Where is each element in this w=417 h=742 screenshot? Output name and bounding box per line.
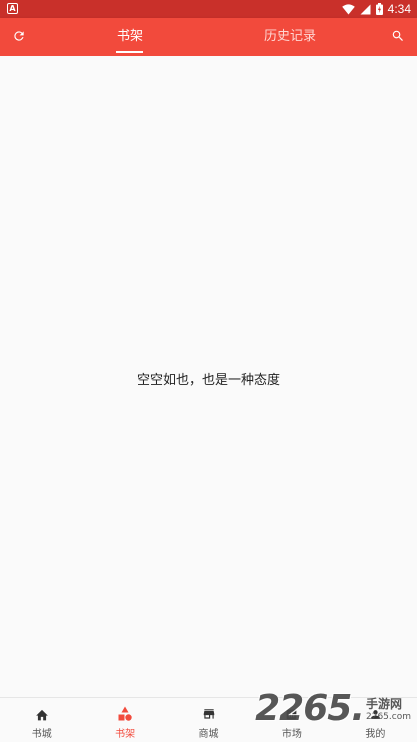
status-bar: A 4:34 (0, 0, 417, 18)
store-icon (201, 706, 217, 722)
app-notification-icon: A (7, 3, 18, 14)
chart-icon (284, 706, 300, 722)
refresh-icon (12, 28, 26, 47)
refresh-button[interactable] (0, 18, 38, 56)
battery-icon (375, 0, 383, 19)
system-indicators: 4:34 (341, 0, 411, 19)
nav-label: 商城 (198, 729, 219, 740)
top-app-bar: 书架 历史记录 (0, 18, 417, 56)
shapes-icon (117, 706, 133, 722)
nav-label: 市场 (281, 729, 302, 740)
app-screen: A 4:34 书架 历史记录 空空如也，也是一种态度 书城 书架 商城 市场 我… (0, 0, 417, 742)
wifi-icon (341, 0, 355, 19)
nav-label: 我的 (365, 729, 386, 740)
nav-item-store[interactable]: 商城 (167, 698, 250, 742)
nav-item-market[interactable]: 市场 (250, 698, 333, 742)
nav-label: 书城 (31, 729, 52, 740)
nav-label: 书架 (115, 729, 136, 740)
nav-item-bookshelf[interactable]: 书架 (83, 698, 166, 742)
bookshelf-content: 空空如也，也是一种态度 (0, 56, 417, 697)
nav-item-profile[interactable]: 我的 (334, 698, 417, 742)
empty-state-message: 空空如也，也是一种态度 (136, 373, 280, 388)
person-icon (367, 706, 383, 722)
home-icon (34, 706, 50, 722)
search-icon (391, 28, 405, 47)
nav-item-bookstore[interactable]: 书城 (0, 698, 83, 742)
tab-history[interactable]: 历史记录 (258, 18, 322, 56)
status-time: 4:34 (387, 2, 411, 16)
signal-icon (360, 0, 371, 19)
search-button[interactable] (379, 18, 417, 56)
active-tab-indicator (116, 51, 143, 53)
bottom-navigation: 书城 书架 商城 市场 我的 (0, 697, 417, 742)
